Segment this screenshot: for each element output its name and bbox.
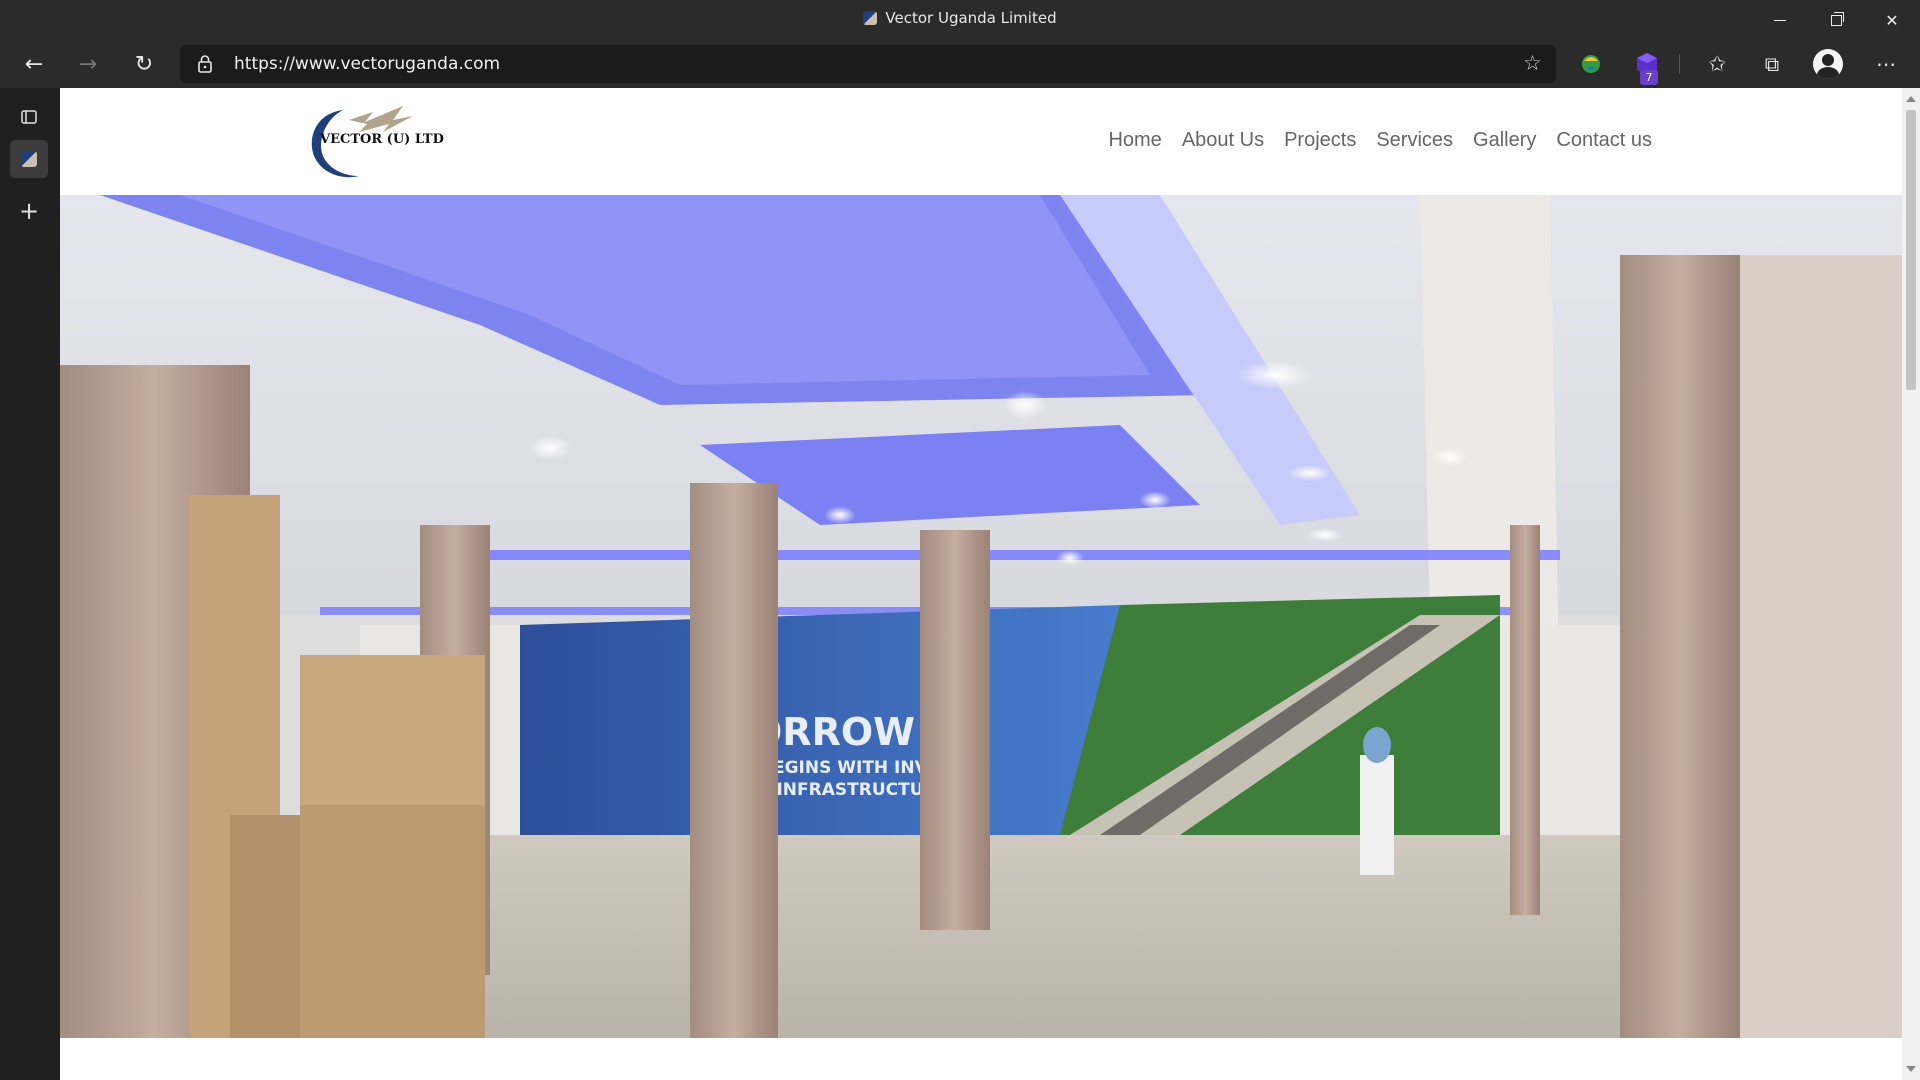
url-text[interactable]: https://www.vectoruganda.com [234, 54, 500, 74]
page-scrollbar[interactable] [1902, 88, 1920, 1080]
favorites-button[interactable]: ✩ [1697, 44, 1737, 84]
close-button[interactable]: ✕ [1864, 0, 1920, 40]
tab-vector-uganda[interactable] [10, 140, 48, 178]
settings-menu-button[interactable]: ⋯ [1866, 44, 1906, 84]
close-icon: ✕ [1885, 10, 1899, 30]
tab-actions-button[interactable] [10, 98, 48, 136]
plus-icon: + [18, 197, 40, 225]
hero-image: ORROW BEGINS WITH INV IN INFRASTRUCTU [60, 195, 1902, 1038]
refresh-button[interactable]: ↻ [124, 44, 164, 84]
nav-home[interactable]: Home [1108, 129, 1161, 152]
wall-text-2: BEGINS WITH INV [760, 758, 929, 778]
browser-toolbar: ← → ↻ https://www.vectoruganda.com ☆ [0, 40, 1920, 88]
window-title: Vector Uganda Limited [0, 9, 1920, 27]
browser-extension-icon[interactable] [1576, 49, 1606, 79]
minimize-button[interactable] [1752, 0, 1808, 40]
address-bar[interactable]: https://www.vectoruganda.com ☆ [180, 45, 1556, 83]
nav-gallery[interactable]: Gallery [1473, 129, 1536, 152]
web-page: VECTOR (U) LTD Home About Us Projects Se… [60, 88, 1902, 1080]
scroll-up-icon[interactable] [1906, 96, 1916, 102]
office-interior-photo: ORROW BEGINS WITH INV IN INFRASTRUCTU [60, 195, 1902, 1038]
main-navigation: Home About Us Projects Services Gallery … [1108, 129, 1652, 152]
vertical-tabs-sidebar: + [0, 88, 60, 1080]
extension-badge: 7 [1640, 70, 1658, 85]
profile-avatar[interactable] [1813, 49, 1843, 79]
nav-projects[interactable]: Projects [1284, 129, 1356, 152]
site-favicon-icon [863, 11, 878, 25]
nav-about-us[interactable]: About Us [1182, 129, 1264, 152]
minimize-icon [1774, 19, 1786, 21]
logo-text: VECTOR (U) LTD [320, 132, 444, 147]
restore-icon [1830, 11, 1844, 26]
new-tab-button[interactable]: + [10, 192, 48, 230]
scroll-down-icon[interactable] [1906, 1066, 1916, 1072]
forward-arrow-icon: → [78, 51, 98, 77]
collections-button[interactable]: ⧉ [1752, 44, 1792, 84]
lock-icon [198, 55, 212, 73]
collections-icon: ⧉ [1764, 52, 1780, 76]
add-favorite-icon[interactable]: ☆ [1523, 51, 1542, 75]
nav-contact-us[interactable]: Contact us [1556, 129, 1652, 152]
title-bar: Vector Uganda Limited ✕ [0, 0, 1920, 40]
restore-button[interactable] [1808, 0, 1864, 40]
more-dots-icon: ⋯ [1876, 52, 1896, 76]
tab-actions-icon [21, 110, 37, 124]
nav-services[interactable]: Services [1376, 129, 1453, 152]
refresh-icon: ↻ [134, 51, 154, 77]
toolbar-divider [1679, 54, 1680, 74]
forward-button[interactable]: → [68, 44, 108, 84]
back-button[interactable]: ← [14, 44, 54, 84]
back-arrow-icon: ← [24, 51, 44, 77]
scrollbar-thumb[interactable] [1906, 110, 1916, 390]
favorites-star-icon: ✩ [1708, 52, 1726, 76]
tab-favicon-icon [21, 151, 37, 167]
site-header: VECTOR (U) LTD Home About Us Projects Se… [60, 88, 1902, 195]
